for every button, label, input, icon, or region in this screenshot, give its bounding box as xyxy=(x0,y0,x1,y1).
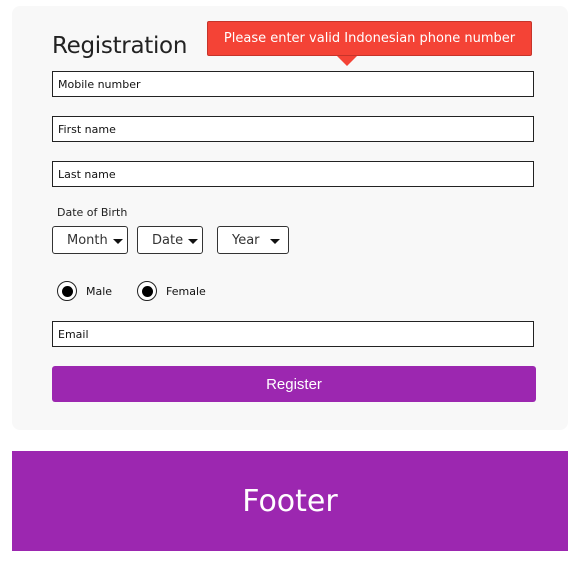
date-select[interactable]: Date xyxy=(137,226,203,254)
gender-option-female[interactable]: Female xyxy=(137,281,206,301)
tooltip-arrow xyxy=(337,56,357,66)
last-name-input[interactable] xyxy=(52,161,534,187)
email-input[interactable] xyxy=(52,321,534,347)
date-select-label: Date xyxy=(152,232,184,248)
caret-down-icon xyxy=(269,239,280,244)
female-label: Female xyxy=(166,284,206,298)
gender-option-male[interactable]: Male xyxy=(57,281,112,301)
male-label: Male xyxy=(86,284,113,298)
radio-dot-icon xyxy=(141,285,153,297)
first-name-input[interactable] xyxy=(52,116,534,142)
female-radio[interactable] xyxy=(137,281,157,301)
page-title: Registration xyxy=(52,33,188,59)
month-select-label: Month xyxy=(67,232,108,248)
caret-down-icon xyxy=(188,239,199,244)
footer-text: Footer xyxy=(242,483,338,519)
year-select[interactable]: Year xyxy=(217,226,289,254)
radio-dot-icon xyxy=(61,285,73,297)
dob-label: Date of Birth xyxy=(57,206,128,219)
month-select[interactable]: Month xyxy=(52,226,128,254)
year-select-label: Year xyxy=(232,232,260,248)
error-tooltip-text: Please enter valid Indonesian phone numb… xyxy=(223,31,516,46)
footer: Footer xyxy=(12,451,568,551)
mobile-number-input[interactable] xyxy=(52,71,534,97)
male-radio[interactable] xyxy=(57,281,77,301)
error-tooltip: Please enter valid Indonesian phone numb… xyxy=(207,21,532,56)
caret-down-icon xyxy=(112,239,123,244)
register-button[interactable]: Register xyxy=(52,366,536,402)
